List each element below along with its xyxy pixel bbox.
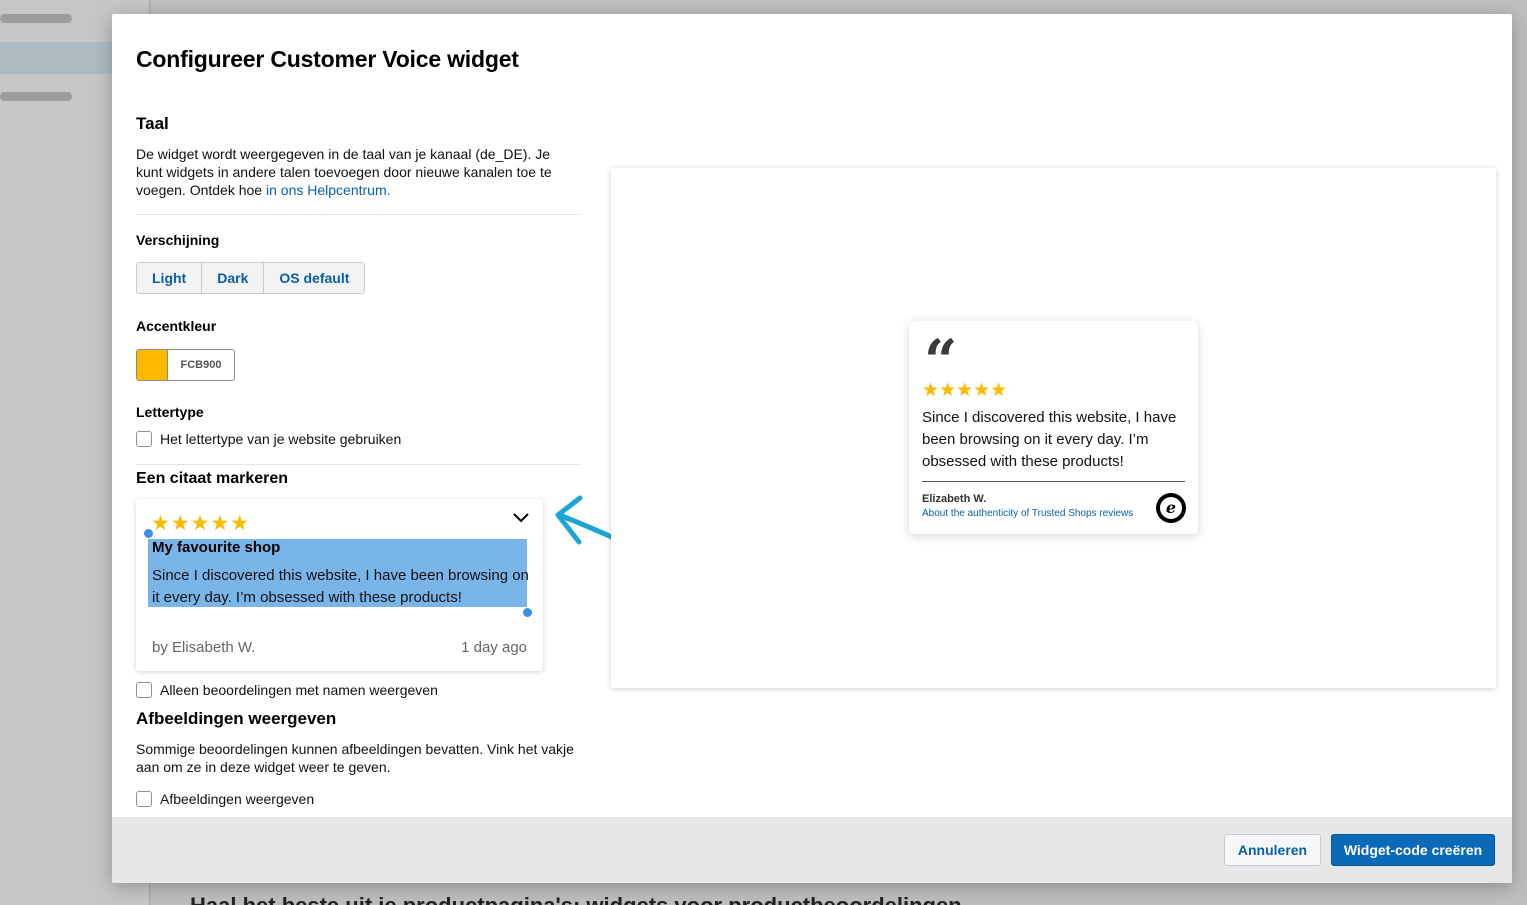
authenticity-link[interactable]: About the authenticity of Trusted Shops … [922, 508, 1133, 519]
widget-quote-text: Since I discovered this website, I have … [922, 409, 1177, 470]
review-text[interactable]: Since I discovered this website, I have … [152, 565, 532, 609]
selection-start-handle[interactable] [144, 529, 153, 538]
website-font-checkbox-label: Het lettertype van je website gebruiken [160, 431, 402, 447]
widget-author: Elizabeth W. [922, 493, 987, 505]
help-center-link[interactable]: in ons Helpcentrum. [266, 182, 391, 198]
widget-divider [922, 481, 1185, 482]
review-title[interactable]: My favourite shop [152, 539, 280, 556]
show-images-checkbox[interactable] [136, 791, 152, 807]
chevron-down-icon[interactable] [512, 512, 530, 524]
appearance-light-button[interactable]: Light [137, 263, 203, 293]
widget-stars: ★★★★★ [922, 380, 1008, 401]
configure-widget-modal: Configureer Customer Voice widget Taal D… [112, 14, 1512, 883]
trusted-shops-logo-letter: e [1160, 497, 1182, 519]
modal-title: Configureer Customer Voice widget [136, 46, 519, 72]
modal-footer: Annuleren Widget-code creëren [112, 817, 1512, 883]
widget-preview-panel: “ ★★★★★ Since I discovered this website,… [611, 168, 1496, 688]
language-heading: Taal [136, 114, 169, 133]
font-label: Lettertype [136, 404, 204, 420]
background-nav-item [0, 92, 72, 101]
customer-voice-widget: “ ★★★★★ Since I discovered this website,… [909, 321, 1198, 534]
appearance-dark-button[interactable]: Dark [202, 263, 265, 293]
background-page-heading: Haal het beste uit je productpagina's: w… [190, 893, 962, 905]
accent-color-label: Accentkleur [136, 318, 217, 334]
show-images-checkbox-label: Afbeeldingen weergeven [160, 791, 315, 807]
images-checkbox-row[interactable]: Afbeeldingen weergeven [136, 791, 314, 807]
images-description: Sommige beoordelingen kunnen afbeeldinge… [136, 741, 574, 775]
trusted-shops-logo-icon: e [1156, 493, 1186, 523]
names-only-checkbox[interactable] [136, 682, 152, 698]
background-nav-item [0, 14, 72, 23]
create-widget-code-button[interactable]: Widget-code creëren [1331, 834, 1495, 866]
font-checkbox-row[interactable]: Het lettertype van je website gebruiken [136, 431, 401, 447]
review-stars: ★★★★★ [151, 512, 251, 535]
quote-heading: Een citaat markeren [136, 470, 289, 487]
names-only-checkbox-row[interactable]: Alleen beoordelingen met namen weergeven [136, 682, 438, 698]
divider [136, 464, 579, 465]
review-author: by Elisabeth W. [152, 639, 256, 656]
cancel-button[interactable]: Annuleren [1224, 834, 1321, 866]
divider [136, 214, 579, 215]
quote-selector-card[interactable]: ★★★★★ My favourite shop Since I discover… [136, 499, 543, 671]
images-heading: Afbeeldingen weergeven [136, 709, 337, 728]
appearance-label: Verschijning [136, 232, 220, 248]
appearance-os-default-button[interactable]: OS default [264, 263, 365, 293]
website-font-checkbox[interactable] [136, 431, 152, 447]
color-swatch[interactable] [137, 350, 168, 380]
accent-color-picker[interactable]: FCB900 [136, 349, 235, 381]
color-hex-value[interactable]: FCB900 [168, 350, 234, 380]
appearance-segmented-control: Light Dark OS default [136, 262, 366, 294]
review-date: 1 day ago [461, 639, 527, 656]
names-only-checkbox-label: Alleen beoordelingen met namen weergeven [160, 682, 438, 698]
selection-end-handle[interactable] [523, 608, 532, 617]
language-description: De widget wordt weergegeven in de taal v… [136, 145, 579, 199]
